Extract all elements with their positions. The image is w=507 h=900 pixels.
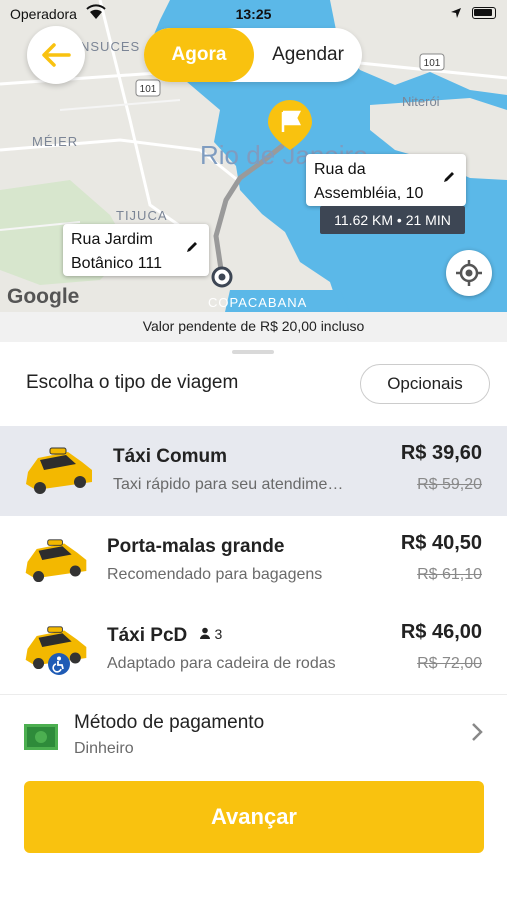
pencil-icon[interactable] — [185, 238, 199, 262]
eta-label: 11.62 KM • 21 MIN — [320, 206, 465, 234]
crosshair-icon — [456, 260, 482, 286]
person-icon — [199, 627, 210, 639]
ride-price: R$ 39,60 — [400, 442, 482, 464]
section-title: Escolha o tipo de viagem — [26, 372, 239, 393]
ride-price: R$ 46,00 — [400, 621, 482, 643]
ride-option-comum[interactable]: Táxi Comum Taxi rápido para seu atendime… — [0, 426, 507, 516]
road-shield-label: 101 — [140, 84, 157, 95]
ride-old-price: R$ 72,00 — [417, 655, 482, 672]
ride-old-price: R$ 61,10 — [417, 566, 482, 583]
wheelchair-icon — [48, 653, 70, 680]
payment-label: Método de pagamento — [74, 712, 265, 733]
status-bar: Operadora 13:25 — [0, 0, 507, 28]
sheet-handle[interactable] — [232, 350, 274, 354]
advance-button[interactable]: Avançar — [24, 781, 484, 853]
payment-method-value: Dinheiro — [74, 740, 134, 757]
ride-old-price: R$ 59,20 — [417, 476, 482, 493]
pending-fee-note: Valor pendente de R$ 20,00 incluso — [0, 312, 507, 342]
pencil-icon[interactable] — [442, 168, 456, 192]
back-button[interactable] — [27, 26, 85, 84]
ride-option-pcd[interactable]: Táxi PcD 3 Adaptado para cadeira de roda… — [0, 605, 507, 695]
ride-name: Táxi Comum — [113, 446, 228, 467]
ride-description: Taxi rápido para seu atendime… — [113, 476, 344, 493]
destination-card[interactable]: Rua da Assembléia, 10 — [306, 154, 466, 206]
ride-name: Porta-malas grande — [107, 536, 285, 557]
origin-line2: Botânico 111 — [71, 255, 163, 272]
schedule-toggle[interactable]: Agora Agendar — [144, 28, 362, 82]
clock: 13:25 — [235, 6, 272, 22]
origin-card[interactable]: Rua Jardim Botânico 111 — [63, 224, 209, 276]
district-label: Niterói — [402, 94, 440, 109]
tab-now[interactable]: Agora — [144, 28, 254, 82]
destination-line2: Assembléia, 10 — [314, 185, 424, 202]
district-label: COPACABANA — [208, 295, 307, 310]
district-label: TIJUCA — [116, 208, 168, 223]
my-location-button[interactable] — [446, 250, 492, 296]
ride-price: R$ 40,50 — [400, 532, 482, 554]
optionals-button[interactable]: Opcionais — [360, 364, 490, 404]
battery-icon — [472, 7, 496, 19]
district-label: MÉIER — [32, 134, 78, 149]
ride-description: Adaptado para cadeira de rodas — [107, 655, 336, 672]
divider — [0, 694, 507, 695]
seat-count-value: 3 — [214, 626, 223, 642]
destination-line1: Rua da — [314, 161, 366, 178]
ride-name: Táxi PcD 3 — [107, 625, 222, 647]
road-shield-label: 101 — [424, 58, 441, 69]
tab-schedule[interactable]: Agendar — [254, 28, 362, 82]
payment-method-row[interactable]: Método de pagamento Dinheiro — [0, 696, 507, 770]
origin-line1: Rua Jardim — [71, 231, 153, 248]
arrow-left-icon — [42, 43, 71, 67]
ride-option-porta-malas[interactable]: Porta-malas grande Recomendado para baga… — [0, 516, 507, 606]
google-logo: Google — [7, 285, 80, 308]
taxi-icon — [22, 442, 96, 503]
district-label: NSUCES — [80, 39, 140, 54]
cash-icon — [24, 724, 58, 755]
ride-description: Recomendado para bagagens — [107, 566, 323, 583]
chevron-right-icon — [471, 722, 483, 747]
ride-name-text: Táxi PcD — [107, 625, 188, 646]
location-arrow-icon — [450, 6, 462, 22]
seat-count: 3 — [199, 626, 223, 642]
taxi-icon — [22, 534, 90, 591]
